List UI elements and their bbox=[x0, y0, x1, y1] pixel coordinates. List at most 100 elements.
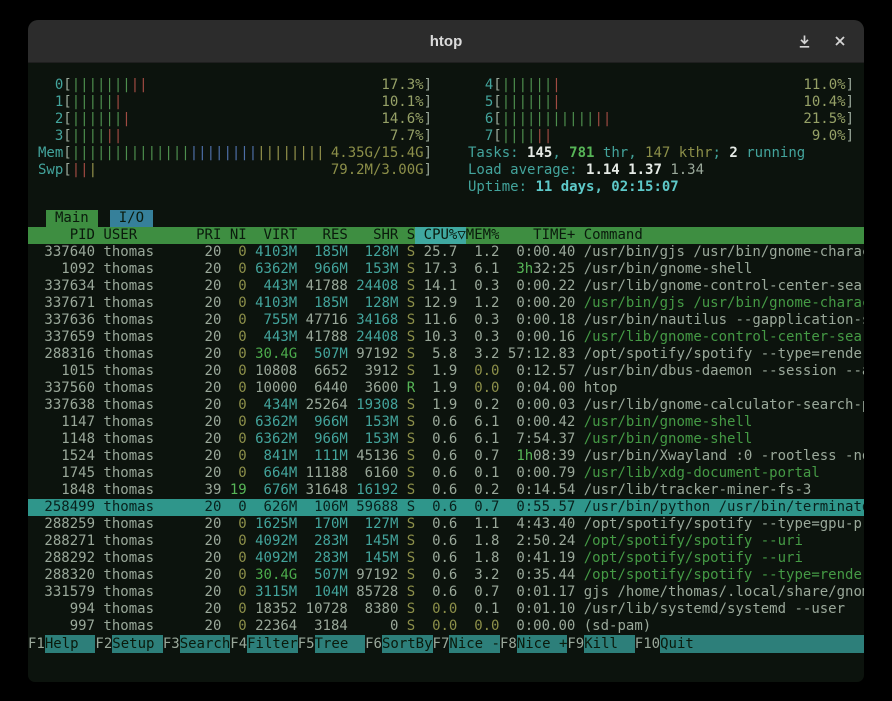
cell: 30.4G bbox=[247, 346, 298, 363]
cell: 0.6 bbox=[415, 414, 457, 431]
column-header-mem[interactable]: MEM% bbox=[466, 227, 500, 244]
process-row[interactable]: 288271thomas2004092M283M145MS0.6 1.82:50… bbox=[28, 533, 864, 550]
process-row[interactable]: 288259thomas2001625M170M127MS0.6 1.14:43… bbox=[28, 516, 864, 533]
text-segment: 507M bbox=[314, 567, 348, 583]
process-row[interactable]: 331579thomas2003115M104M85728S0.6 0.70:0… bbox=[28, 584, 864, 601]
process-row[interactable]: 1745thomas200664M111886160S0.6 0.10:00.7… bbox=[28, 465, 864, 482]
process-row[interactable]: 1147thomas2006362M966M153MS0.6 6.10:00.4… bbox=[28, 414, 864, 431]
cell: /opt/spotify/spotify --type=renderer bbox=[575, 567, 864, 584]
meter-label: 5 bbox=[468, 94, 493, 111]
text-segment: S bbox=[407, 414, 415, 430]
process-row[interactable]: 1848thomas3919676M3164816192S0.6 0.20:14… bbox=[28, 482, 864, 499]
text-segment: 4092M bbox=[255, 550, 297, 566]
tab-io[interactable]: I/O bbox=[110, 210, 153, 227]
fnkey-f10-quit[interactable]: F10Quit bbox=[635, 635, 864, 653]
download-icon[interactable] bbox=[797, 34, 812, 49]
process-row[interactable]: 288292thomas2004092M283M145MS0.6 1.80:41… bbox=[28, 550, 864, 567]
fnkey-f4-filter[interactable]: F4Filter bbox=[230, 635, 297, 653]
close-icon[interactable] bbox=[834, 35, 846, 47]
cell: 664M bbox=[247, 465, 298, 482]
process-row[interactable]: 1092thomas2006362M966M153MS17.3 6.13h32:… bbox=[28, 261, 864, 278]
process-row[interactable]: 337560thomas2001000064403600R1.9 0.00:04… bbox=[28, 380, 864, 397]
fnkey-f7-nice[interactable]: F7Nice - bbox=[433, 635, 500, 653]
column-header-pid[interactable]: PID bbox=[36, 227, 95, 244]
text-segment: 20 bbox=[205, 346, 222, 362]
column-header-res[interactable]: RES bbox=[297, 227, 348, 244]
text-segment: 0:04.00 bbox=[516, 380, 575, 396]
column-header-command[interactable]: Command bbox=[575, 227, 864, 244]
process-row[interactable]: 994thomas20018352107288380S0.0 0.10:01.1… bbox=[28, 601, 864, 618]
process-row[interactable]: 337638thomas200434M2526419308S1.9 0.20:0… bbox=[28, 397, 864, 414]
meter-bar: |||||||||17.3% bbox=[72, 77, 424, 94]
process-row[interactable]: 337634thomas200443M4178824408S14.1 0.30:… bbox=[28, 278, 864, 295]
process-row[interactable]: 1015thomas2001080866523912S1.9 0.00:12.5… bbox=[28, 363, 864, 380]
column-header-time[interactable]: TIME+ bbox=[499, 227, 575, 244]
column-header-shr[interactable]: SHR bbox=[348, 227, 399, 244]
column-header-pri[interactable]: PRI bbox=[188, 227, 222, 244]
process-row[interactable]: 337636thomas200755M4771634168S11.6 0.30:… bbox=[28, 312, 864, 329]
cell: 0:00.22 bbox=[499, 278, 575, 295]
fnkey-label: F8 bbox=[500, 635, 517, 653]
text-segment: 11 days, 02:15:07 bbox=[535, 179, 678, 195]
window-title: htop bbox=[430, 33, 462, 50]
cell: S bbox=[398, 618, 415, 635]
cell bbox=[457, 414, 465, 431]
cell: htop bbox=[575, 380, 864, 397]
text-segment: 443M bbox=[264, 329, 298, 345]
process-row[interactable]: 997thomas2002236431840S0.0 0.00:00.00(sd… bbox=[28, 618, 864, 635]
fnkey-f5-tree[interactable]: F5Tree bbox=[298, 635, 365, 653]
cell: 0 bbox=[221, 346, 246, 363]
process-row[interactable]: 337640thomas2004103M185M128MS25.7 1.20:0… bbox=[28, 244, 864, 261]
process-row[interactable]: 337671thomas2004103M185M128MS12.9 1.20:0… bbox=[28, 295, 864, 312]
text-segment: 0 bbox=[238, 397, 246, 413]
column-header-ni[interactable]: NI bbox=[221, 227, 246, 244]
cell: 111M bbox=[297, 448, 348, 465]
process-row[interactable]: 1148thomas2006362M966M153MS0.6 6.17:54.3… bbox=[28, 431, 864, 448]
meter-label: 3 bbox=[38, 128, 63, 145]
process-row[interactable]: 337659thomas200443M4178824408S10.3 0.30:… bbox=[28, 329, 864, 346]
cell: S bbox=[398, 329, 415, 346]
cell: 30.4G bbox=[247, 567, 298, 584]
process-row[interactable]: 288316thomas20030.4G507M97192S5.8 3.257:… bbox=[28, 346, 864, 363]
fnkey-f8-nice[interactable]: F8Nice + bbox=[500, 635, 567, 653]
titlebar[interactable]: htop bbox=[28, 20, 864, 63]
meter-value: 10.4% bbox=[797, 94, 845, 111]
process-row[interactable]: 288320thomas20030.4G507M97192S0.6 3.20:3… bbox=[28, 567, 864, 584]
cell: 434M bbox=[247, 397, 298, 414]
text-segment: S bbox=[407, 618, 415, 634]
cell: S bbox=[398, 550, 415, 567]
text-segment: 128M bbox=[365, 295, 399, 311]
process-row[interactable]: 1524thomas200841M111M45136S0.6 0.71h08:3… bbox=[28, 448, 864, 465]
column-header-user[interactable]: USER bbox=[95, 227, 188, 244]
fnkey-f6-sortby[interactable]: F6SortBy bbox=[365, 635, 432, 653]
fnkey-f9-kill[interactable]: F9Kill bbox=[567, 635, 634, 653]
cell: /usr/lib/systemd/systemd --user bbox=[575, 601, 864, 618]
column-header-virt[interactable]: VIRT bbox=[247, 227, 298, 244]
cell: /usr/bin/dbus-daemon --session --addr bbox=[575, 363, 864, 380]
text-segment: 20 bbox=[205, 397, 222, 413]
text-segment: 59688 bbox=[356, 499, 398, 515]
text-segment: 994 bbox=[70, 601, 95, 617]
bracket: [ bbox=[63, 128, 71, 145]
cell: 20 bbox=[188, 465, 222, 482]
column-header-[interactable]: ▽ bbox=[457, 227, 465, 244]
fnkey-f2-setup[interactable]: F2Setup bbox=[95, 635, 162, 653]
process-row-selected[interactable]: 258499thomas200626M106M59688S0.6 0.70:55… bbox=[28, 499, 864, 516]
tab-main[interactable]: Main bbox=[46, 210, 98, 227]
bar-segment: |||| bbox=[72, 128, 106, 144]
text-segment: 0 bbox=[238, 601, 246, 617]
cell: 41788 bbox=[297, 329, 348, 346]
text-segment: 3115M bbox=[255, 584, 297, 600]
column-header-s[interactable]: S bbox=[398, 227, 415, 244]
cell: S bbox=[398, 516, 415, 533]
bar-segment: || bbox=[72, 162, 89, 178]
cell: /usr/bin/python /usr/bin/terminator bbox=[575, 499, 864, 516]
fnkey-f1-help[interactable]: F1Help bbox=[28, 635, 95, 653]
fnkey-f3-search[interactable]: F3Search bbox=[163, 635, 230, 653]
column-header-cpu[interactable]: CPU% bbox=[415, 227, 457, 244]
cell: 507M bbox=[297, 567, 348, 584]
text-segment: 170M bbox=[314, 516, 348, 532]
cell: thomas bbox=[95, 465, 188, 482]
text-segment: 20 bbox=[205, 516, 222, 532]
cell: 145M bbox=[348, 533, 399, 550]
